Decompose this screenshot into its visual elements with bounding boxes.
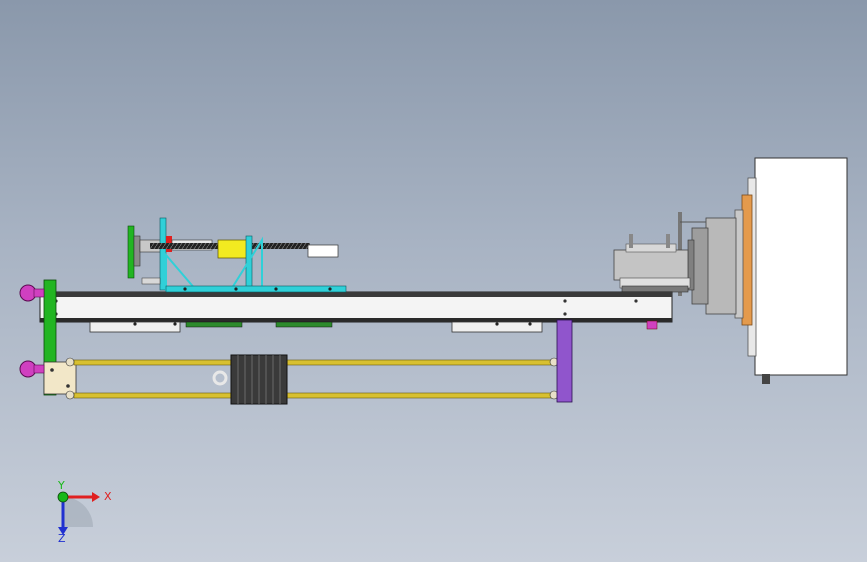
guide-rod-lower[interactable]: [65, 390, 559, 400]
caster-wheel-lower[interactable]: [19, 360, 45, 378]
axis-triad: X Y Z: [57, 479, 112, 545]
under-rail-plates: [89, 321, 543, 333]
right-support-post[interactable]: [556, 319, 573, 403]
weight-hook: [212, 370, 228, 386]
z-axis-label: Z: [58, 532, 66, 545]
y-axis-label: Y: [57, 479, 65, 492]
guide-rod-upper[interactable]: [65, 357, 559, 367]
cad-viewport[interactable]: X Y Z: [0, 0, 867, 562]
tailstock-assembly[interactable]: [127, 217, 213, 291]
x-axis-arrow: [92, 492, 100, 502]
y-axis-dot: [57, 491, 69, 503]
x-axis-label: X: [104, 490, 112, 503]
magenta-stop: [646, 320, 658, 330]
headstock-housing[interactable]: [678, 157, 848, 384]
cad-scene[interactable]: X Y Z: [0, 0, 867, 562]
orange-flange: [741, 194, 753, 326]
